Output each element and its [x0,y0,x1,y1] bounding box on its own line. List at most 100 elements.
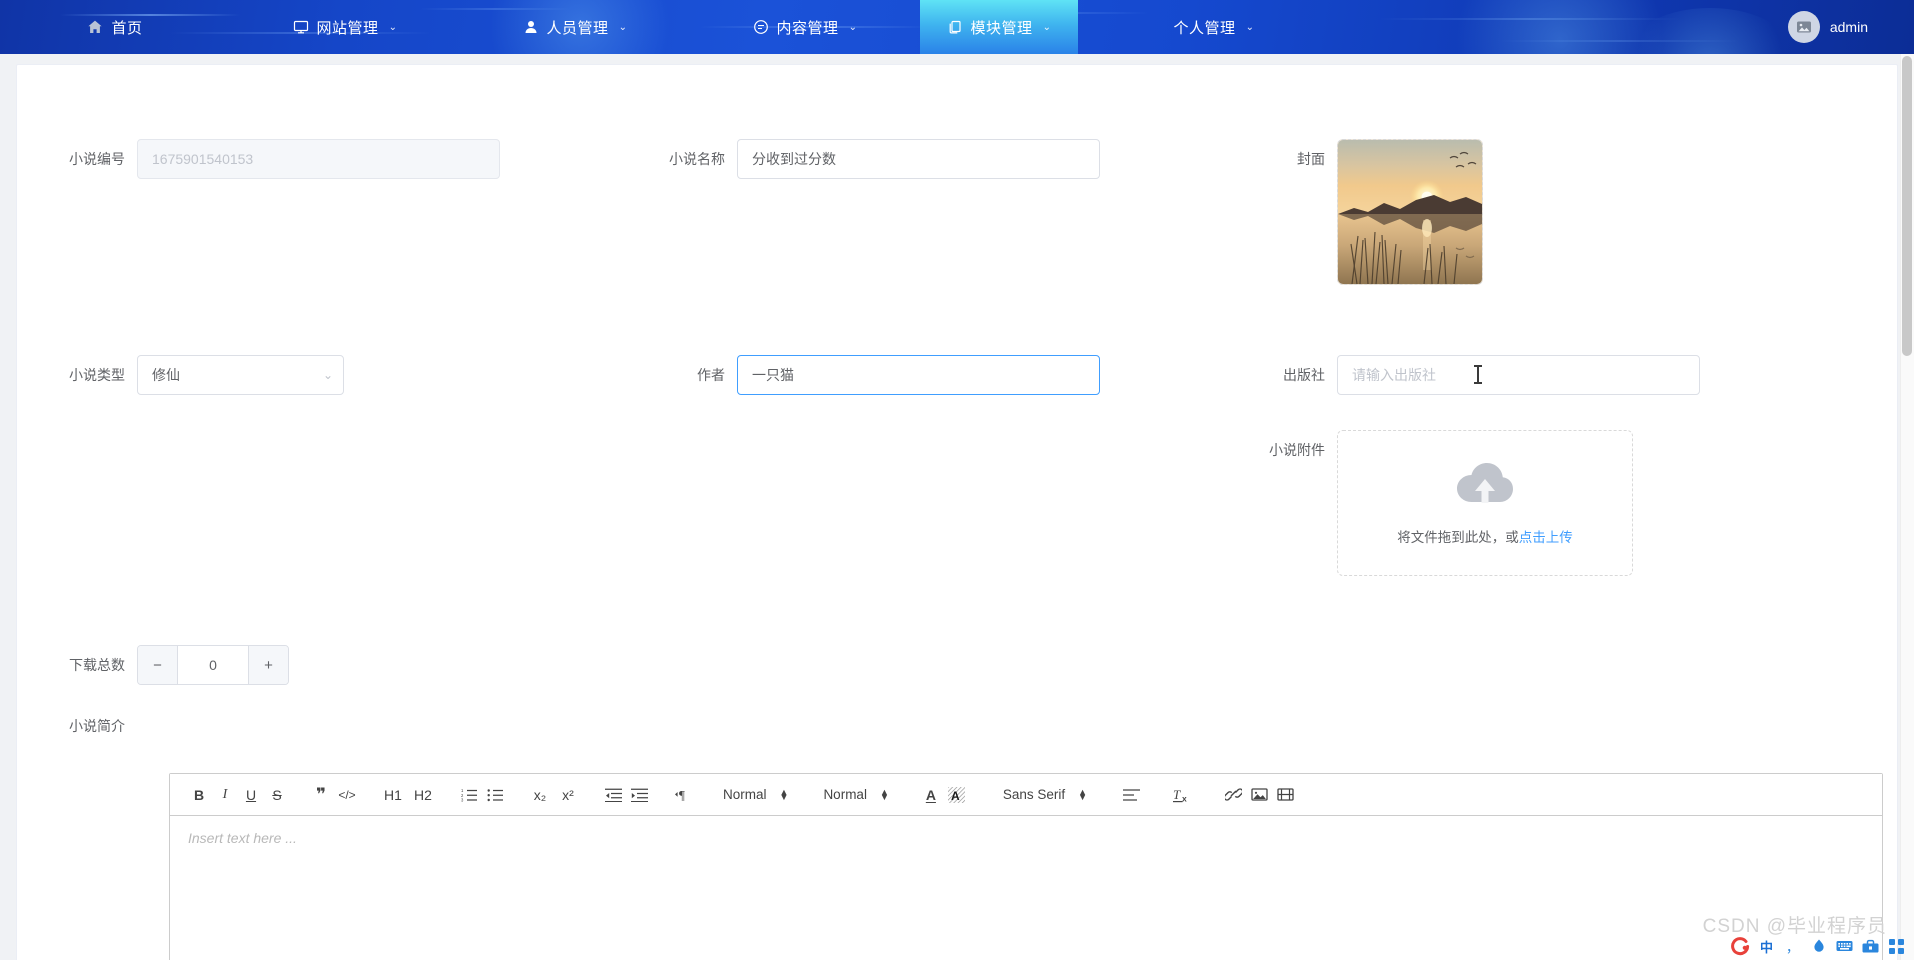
editor-placeholder: Insert text here ... [188,830,297,846]
chevron-down-icon: ⌄ [1042,21,1052,33]
top-navigation-bar: 首页 网站管理 ⌄ 人员管理 ⌄ 内容管理 ⌄ 模块管理 ⌄ 个人管理 ⌄ ad… [0,0,1914,54]
chevron-down-icon: ⌄ [322,368,333,382]
font-family-select[interactable]: Sans Serif ▲ ▼ [999,782,1091,808]
clear-format-button[interactable]: Tx [1169,782,1195,808]
text-direction-icon: ¶ [674,787,692,802]
blockquote-button[interactable]: ❞ [308,782,334,808]
author-label: 作者 [697,367,725,383]
background-color-button[interactable]: A [944,782,970,808]
ordered-list-icon: 123 [461,787,478,802]
outdent-icon [604,787,622,802]
copy-icon [947,19,963,35]
header-2-button[interactable]: H2 [408,782,438,808]
novel-name-label: 小说名称 [669,151,725,167]
header-select-value: Normal [823,787,867,802]
toolbar-group-colors: A A [902,782,979,808]
ordered-list-button[interactable]: 123 [456,782,482,808]
attachment-drop-text: 将文件拖到此处，或点击上传 [1397,526,1573,546]
header-1-button[interactable]: H1 [378,782,408,808]
link-button[interactable] [1220,782,1246,808]
text-direction-button[interactable]: ¶ [670,782,696,808]
publisher-input[interactable]: 请输入出版社 [1337,355,1700,395]
nav-item-label: 模块管理 [970,19,1033,37]
nav-item-site-management[interactable]: 网站管理 ⌄ [230,0,460,54]
attachment-upload-link[interactable]: 点击上传 [1519,530,1573,545]
nav-item-label: 首页 [111,19,143,37]
stepper-decrement-button[interactable]: − [138,646,178,684]
user-icon [523,19,539,35]
italic-button[interactable]: I [212,782,238,808]
code-block-button[interactable]: </> [334,782,360,808]
field-novel-id: 小说编号 1675901540153 [37,139,500,179]
align-button[interactable] [1118,782,1144,808]
nav-item-module-management[interactable]: 模块管理 ⌄ [920,0,1078,54]
bullet-list-icon [487,787,504,802]
author-input[interactable]: 一只猫 [737,355,1100,395]
subscript-button[interactable]: x₂ [526,782,554,808]
field-attachment: 小说附件 将文件拖到此处，或点击上传 [1237,430,1633,576]
attachment-upload-dropzone[interactable]: 将文件拖到此处，或点击上传 [1337,430,1633,576]
link-icon [1224,787,1242,802]
stepper-value[interactable]: 0 [178,646,248,684]
chevron-down-icon: ⌄ [848,21,858,33]
scrollbar-thumb[interactable] [1902,56,1912,356]
page-body: 小说编号 1675901540153 小说名称 分收到过分数 封面 小说类型 修… [0,54,1914,960]
toolbar-group-align [1100,782,1153,808]
publisher-label: 出版社 [1283,367,1325,383]
image-button[interactable] [1246,782,1272,808]
nav-item-staff-management[interactable]: 人员管理 ⌄ [460,0,690,54]
svg-text:x: x [1182,793,1187,803]
novel-type-label: 小说类型 [69,367,125,383]
novel-type-select[interactable]: 修仙 ⌄ [137,355,344,395]
vertical-scrollbar[interactable] [1900,54,1914,960]
nav-item-label: 网站管理 [316,19,379,37]
editor-toolbar: B I U S ❞ </> H1 H2 123 x₂ x² ¶ Normal ▲… [170,774,1882,816]
clear-format-icon: Tx [1172,787,1192,803]
novel-name-input[interactable]: 分收到过分数 [737,139,1100,179]
novel-form-card: 小说编号 1675901540153 小说名称 分收到过分数 封面 小说类型 修… [16,64,1898,960]
bullet-list-button[interactable] [482,782,508,808]
outdent-button[interactable] [600,782,626,808]
attachment-label: 小说附件 [1269,442,1325,458]
underline-button[interactable]: U [238,782,264,808]
field-novel-name: 小说名称 分收到过分数 [637,139,1100,179]
font-family-value: Sans Serif [1002,787,1066,802]
font-size-select[interactable]: Normal ▲ ▼ [719,782,792,808]
bold-button[interactable]: B [186,782,212,808]
novel-id-input[interactable]: 1675901540153 [137,139,500,179]
toolbar-group-format: B I U S [178,782,299,808]
video-button[interactable] [1272,782,1298,808]
sort-arrows-icon: ▲ ▼ [779,786,789,802]
toolbar-group-script: x₂ x² [517,782,591,808]
text-color-button[interactable]: A [918,782,944,808]
toolbar-group-headers: H1 H2 [369,782,447,808]
video-icon [1276,787,1294,802]
indent-button[interactable] [626,782,652,808]
novel-name-value: 分收到过分数 [752,151,836,167]
cover-image[interactable] [1337,139,1483,285]
author-value: 一只猫 [752,367,794,383]
nav-item-content-management[interactable]: 内容管理 ⌄ [690,0,920,54]
user-menu[interactable]: admin [1787,0,1914,54]
sort-arrows-icon: ▲ ▼ [1078,786,1088,802]
field-author: 作者 一只猫 [637,355,1100,395]
strikethrough-button[interactable]: S [264,782,290,808]
chevron-down-icon: ⌄ [1245,21,1255,33]
download-total-label: 下载总数 [69,657,125,673]
download-total-stepper[interactable]: − 0 + [137,645,289,685]
superscript-button[interactable]: x² [554,782,582,808]
novel-id-label: 小说编号 [69,151,125,167]
nav-item-personal-management[interactable]: 个人管理 ⌄ [1078,0,1350,54]
toolbar-group-font: Sans Serif ▲ ▼ [979,782,1100,808]
nav-item-home[interactable]: 首页 [0,0,230,54]
cloud-upload-icon [1455,461,1515,512]
avatar [1787,11,1820,43]
editor-content-area[interactable]: Insert text here ... [170,816,1882,960]
svg-text:3: 3 [461,798,464,802]
header-select[interactable]: Normal ▲ ▼ [819,782,892,808]
stepper-increment-button[interactable]: + [248,646,288,684]
svg-text:A: A [951,789,960,803]
intro-label: 小说简介 [69,718,125,734]
toolbar-group-header-select: Normal ▲ ▼ [801,782,901,808]
image-icon [1250,787,1268,802]
